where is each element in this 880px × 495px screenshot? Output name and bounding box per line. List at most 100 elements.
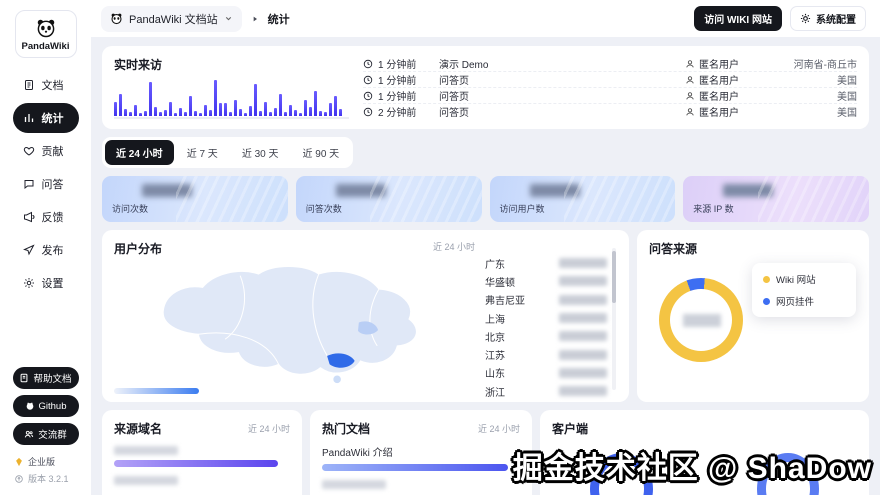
blurred-doc-name <box>322 480 386 489</box>
domain-progress-bar <box>114 460 278 467</box>
sidebar-item-label: 发布 <box>41 245 64 257</box>
stat-card: 访问次数 <box>102 176 288 222</box>
visit-bar <box>184 111 187 116</box>
sidebar-item[interactable]: 问答 <box>13 169 79 199</box>
time-filter-tab[interactable]: 近 90 天 <box>292 140 351 165</box>
sidebar-item[interactable]: 设置 <box>13 268 79 298</box>
version-text: 版本 3.2.1 <box>28 474 69 484</box>
region-row: 浙江 <box>485 382 607 400</box>
sidebar-link-label: 交流群 <box>38 430 67 441</box>
stat-card: 访问用户数 <box>489 176 676 222</box>
group-icon <box>24 429 34 439</box>
qa-icon <box>23 178 35 190</box>
region-row: 江苏 <box>485 345 607 363</box>
sidebar-item[interactable]: 文档 <box>13 70 79 100</box>
panda-mini-icon <box>110 12 123 25</box>
qa-source-card: 问答来源 Wiki 网站 网页挂件 <box>637 230 869 402</box>
edition-badge: 企业版 <box>14 455 55 468</box>
visit-entry-row: 1 分钟前 演示 Demo 匿名用户 河南省-商丘市 <box>363 56 857 72</box>
stat-card: 来源 IP 数 <box>683 176 869 222</box>
client-title: 客户端 <box>552 422 589 436</box>
time-filter-tab[interactable]: 近 7 天 <box>176 140 229 165</box>
user-icon <box>685 107 695 117</box>
china-map <box>114 259 475 386</box>
visit-bar <box>129 111 132 116</box>
visit-location: 美国 <box>837 108 857 119</box>
visit-bar <box>324 112 327 116</box>
source-domains-title: 来源域名 <box>114 422 163 436</box>
visit-time: 1 分钟前 <box>378 60 417 71</box>
visit-entry-row: 1 分钟前 问答页 匿名用户 美国 <box>363 72 857 88</box>
stat-cards-row: 访问次数 问答次数 访问用户数 来源 IP 数 <box>102 176 869 222</box>
realtime-title: 实时来访 <box>114 58 163 72</box>
hot-doc-item[interactable]: PandaWiki 介绍 <box>322 444 520 459</box>
visit-location: 美国 <box>837 92 857 103</box>
sidebar-item[interactable]: 发布 <box>13 235 79 265</box>
visit-bar <box>294 109 297 116</box>
visit-bar <box>119 93 122 116</box>
blurred-domain-name <box>114 446 178 455</box>
blurred-region-value <box>559 313 607 324</box>
visit-time-cell: 1 分钟前 <box>363 72 433 87</box>
visit-page: 演示 Demo <box>439 60 489 71</box>
sidebar-item-label: 文档 <box>41 80 64 92</box>
visit-bar <box>164 109 167 116</box>
legend-item: 网页挂件 <box>763 294 845 308</box>
qa-source-legend: Wiki 网站 网页挂件 <box>752 263 856 317</box>
client-donut-chart <box>756 453 819 495</box>
visit-bar <box>189 96 192 116</box>
chevron-down-icon <box>224 14 233 23</box>
visit-page: 问答页 <box>439 92 469 103</box>
sidebar-item[interactable]: 反馈 <box>13 202 79 232</box>
blurred-stat-value <box>723 184 774 197</box>
region-row: 华盛顿 <box>485 272 607 290</box>
sidebar-item[interactable]: 统计 <box>12 103 79 133</box>
blurred-stat-value <box>529 184 580 197</box>
sidebar-link[interactable]: 交流群 <box>12 423 79 445</box>
visit-bar <box>179 108 182 116</box>
blurred-stat-value <box>142 184 192 197</box>
scrollbar-thumb[interactable] <box>612 251 616 303</box>
visit-bar <box>304 99 307 116</box>
visit-page: 问答页 <box>439 76 469 87</box>
sidebar-link[interactable]: Github <box>12 395 79 417</box>
visit-user: 匿名用户 <box>699 76 739 87</box>
map-gradient-legend <box>114 388 199 394</box>
middle-row: 用户分布 近 24 小时 广东 华盛顿 弗吉尼亚 上海 北京 江苏 山东 浙江 … <box>102 230 869 402</box>
visit-bar <box>299 113 302 116</box>
visit-user-cell: 匿名用户 <box>685 72 739 87</box>
visit-bar <box>204 105 207 116</box>
upgrade-icon <box>14 474 24 484</box>
region-row: 北京 <box>485 327 607 345</box>
hot-docs-period: 近 24 小时 <box>477 424 520 434</box>
stats-icon <box>23 112 35 124</box>
contribution-icon <box>23 145 35 157</box>
visit-bar <box>144 110 147 116</box>
clock-icon <box>363 91 373 101</box>
user-icon <box>685 59 695 69</box>
triangle-right-icon <box>251 15 259 23</box>
hot-docs-card: 热门文档 近 24 小时 PandaWiki 介绍 <box>310 410 532 495</box>
visit-page: 问答页 <box>439 108 469 119</box>
time-filter-tab[interactable]: 近 30 天 <box>231 140 290 165</box>
visit-wiki-button[interactable]: 访问 WIKI 网站 <box>694 6 782 31</box>
visit-bar <box>124 108 127 116</box>
system-config-button[interactable]: 系统配置 <box>790 6 866 31</box>
visit-bar <box>234 99 237 116</box>
app-logo[interactable]: PandaWiki <box>14 10 77 58</box>
distribution-map-section: 用户分布 近 24 小时 <box>114 240 475 394</box>
visit-bar <box>239 108 242 116</box>
realtime-bar-chart <box>114 80 349 119</box>
region-name: 江苏 <box>485 351 505 363</box>
blurred-region-value <box>559 258 607 269</box>
sidebar-item[interactable]: 贡献 <box>13 136 79 166</box>
sidebar-nav: 文档 统计 贡献 问答 反馈 发布 设置 <box>12 70 79 298</box>
edition-label: 企业版 <box>28 457 56 467</box>
site-selector[interactable]: PandaWiki 文档站 <box>101 5 242 32</box>
time-filter-tab[interactable]: 近 24 小时 <box>105 140 174 165</box>
visit-user-cell: 匿名用户 <box>685 88 739 103</box>
realtime-visits-card: 实时来访 1 分钟前 演示 Demo 匿名用户 河南省-商丘市 1 分钟前 问答… <box>102 46 869 129</box>
region-list-scrollbar[interactable] <box>612 248 616 390</box>
sidebar-link[interactable]: 帮助文档 <box>12 367 79 389</box>
visit-user: 匿名用户 <box>699 60 739 71</box>
